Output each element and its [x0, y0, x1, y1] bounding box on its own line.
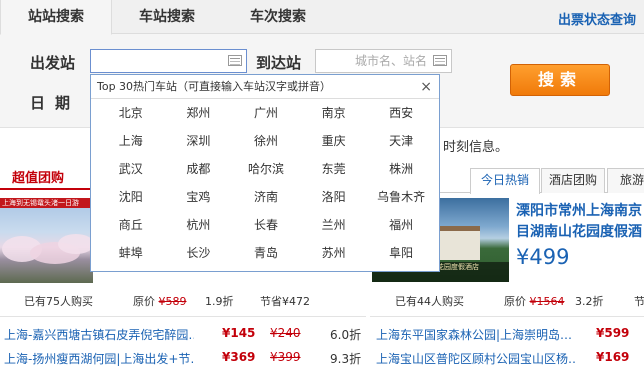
city-option[interactable]: 成都	[165, 159, 233, 187]
city-option[interactable]: 西安	[367, 103, 435, 131]
deal-link[interactable]: 上海东平国家森林公园|上海崇明岛…	[376, 326, 576, 343]
row-divider	[0, 316, 366, 317]
deal-discount: 9.3折	[330, 352, 362, 366]
city-option[interactable]: 济南	[232, 187, 300, 215]
city-option[interactable]: 杭州	[165, 215, 233, 243]
city-option[interactable]: 武汉	[97, 159, 165, 187]
city-option[interactable]: 东莞	[300, 159, 368, 187]
row-divider	[370, 316, 644, 317]
original-price: 原价 ¥589	[133, 293, 187, 309]
original-price-label: 原价	[133, 295, 155, 308]
deal-price: ¥369	[222, 350, 256, 364]
tab-train-search[interactable]: 车次搜索	[222, 0, 334, 35]
city-option[interactable]: 长春	[232, 215, 300, 243]
city-option[interactable]: 郑州	[165, 103, 233, 131]
hotel-price: ¥499	[516, 245, 570, 269]
to-station-input[interactable]	[315, 49, 452, 73]
city-option[interactable]: 蚌埠	[97, 243, 165, 271]
keyboard-icon[interactable]	[433, 55, 447, 66]
ticket-status-link[interactable]: 出票状态查询	[558, 9, 636, 28]
keyboard-icon[interactable]	[228, 55, 242, 66]
hot-station-popup: Top 30热门车站（可直接输入车站汉字或拼音） × 北京 郑州 广州 南京 西…	[90, 74, 440, 272]
to-station-label: 到达站	[256, 54, 302, 72]
from-station-label: 出发站	[30, 54, 76, 72]
city-option[interactable]: 株洲	[367, 159, 435, 187]
city-option[interactable]: 宝鸡	[165, 187, 233, 215]
city-option[interactable]: 阜阳	[367, 243, 435, 271]
deal-price: ¥599	[596, 326, 630, 340]
deal-original-price: ¥399	[270, 350, 301, 364]
popup-title: Top 30热门车站（可直接输入车站汉字或拼音）	[91, 75, 439, 99]
hotel-title[interactable]: 溧阳市常州上海南京 目湖南山花园度假酒	[516, 201, 644, 243]
deal-discount: 6.0折	[330, 328, 362, 342]
bought-count: 已有75人购买	[24, 295, 93, 308]
city-option[interactable]: 徐州	[232, 131, 300, 159]
blossom-shape	[58, 234, 93, 254]
deal-image-band: 上海到无锡鼋头渚一日游	[0, 198, 93, 208]
city-option[interactable]: 苏州	[300, 243, 368, 271]
tab-travel[interactable]: 旅游	[607, 168, 644, 193]
hotel-title-line: 溧阳市常州上海南京	[516, 203, 642, 219]
original-price-label: 原价	[504, 295, 526, 308]
original-price-value: ¥1564	[529, 295, 565, 308]
deal-link[interactable]: 上海-嘉兴西塘古镇石皮弄倪宅醉园…	[4, 326, 194, 343]
deal-link[interactable]: 上海宝山区普陀区顾村公园宝山区杨…	[376, 350, 576, 367]
deal-link[interactable]: 上海-扬州瘦西湖何园|上海出发+节…	[4, 350, 194, 367]
city-option[interactable]: 重庆	[300, 131, 368, 159]
city-option[interactable]: 洛阳	[300, 187, 368, 215]
date-label: 日期	[30, 94, 81, 112]
deal-price: ¥169	[596, 350, 630, 364]
city-option[interactable]: 上海	[97, 131, 165, 159]
city-option[interactable]: 北京	[97, 103, 165, 131]
search-tabs: 站站搜索 车站搜索 车次搜索 出票状态查询	[0, 0, 644, 35]
savings: 节省¥472	[260, 295, 310, 308]
city-option[interactable]: 商丘	[97, 215, 165, 243]
close-icon[interactable]: ×	[420, 77, 432, 97]
city-grid: 北京 郑州 广州 南京 西安 上海 深圳 徐州 重庆 天津 武汉 成都 哈尔滨 …	[97, 103, 435, 271]
from-station-input[interactable]	[90, 49, 247, 73]
original-price-value: ¥589	[158, 295, 187, 308]
deal-image[interactable]: 上海到无锡鼋头渚一日游	[0, 198, 93, 283]
hotel-title-line: 目湖南山花园度假酒	[516, 224, 642, 240]
tab-today-hot[interactable]: 今日热销	[470, 168, 540, 194]
city-option[interactable]: 哈尔滨	[232, 159, 300, 187]
group-buy-title: 超值团购	[12, 171, 65, 186]
city-option[interactable]: 青岛	[232, 243, 300, 271]
savings: 节	[634, 295, 644, 308]
city-option[interactable]: 天津	[367, 131, 435, 159]
city-option[interactable]: 长沙	[165, 243, 233, 271]
city-option[interactable]: 兰州	[300, 215, 368, 243]
bought-count: 已有44人购买	[395, 295, 464, 308]
city-option[interactable]: 深圳	[165, 131, 233, 159]
discount: 3.2折	[575, 295, 604, 308]
search-button[interactable]: 搜索	[510, 64, 610, 96]
deal-price: ¥145	[222, 326, 256, 340]
city-option[interactable]: 福州	[367, 215, 435, 243]
tab-hotel-group-buy[interactable]: 酒店团购	[541, 168, 605, 193]
city-option[interactable]: 乌鲁木齐	[367, 187, 435, 215]
tab-station-to-station[interactable]: 站站搜索	[0, 0, 112, 35]
tab-station-search[interactable]: 车站搜索	[112, 0, 222, 35]
building-shape	[436, 226, 480, 260]
hint-text: 时刻信息。	[443, 140, 509, 155]
city-option[interactable]: 广州	[232, 103, 300, 131]
deal-original-price: ¥240	[270, 326, 301, 340]
original-price: 原价 ¥1564	[504, 293, 565, 309]
city-option[interactable]: 沈阳	[97, 187, 165, 215]
discount: 1.9折	[205, 295, 234, 308]
city-option[interactable]: 南京	[300, 103, 368, 131]
